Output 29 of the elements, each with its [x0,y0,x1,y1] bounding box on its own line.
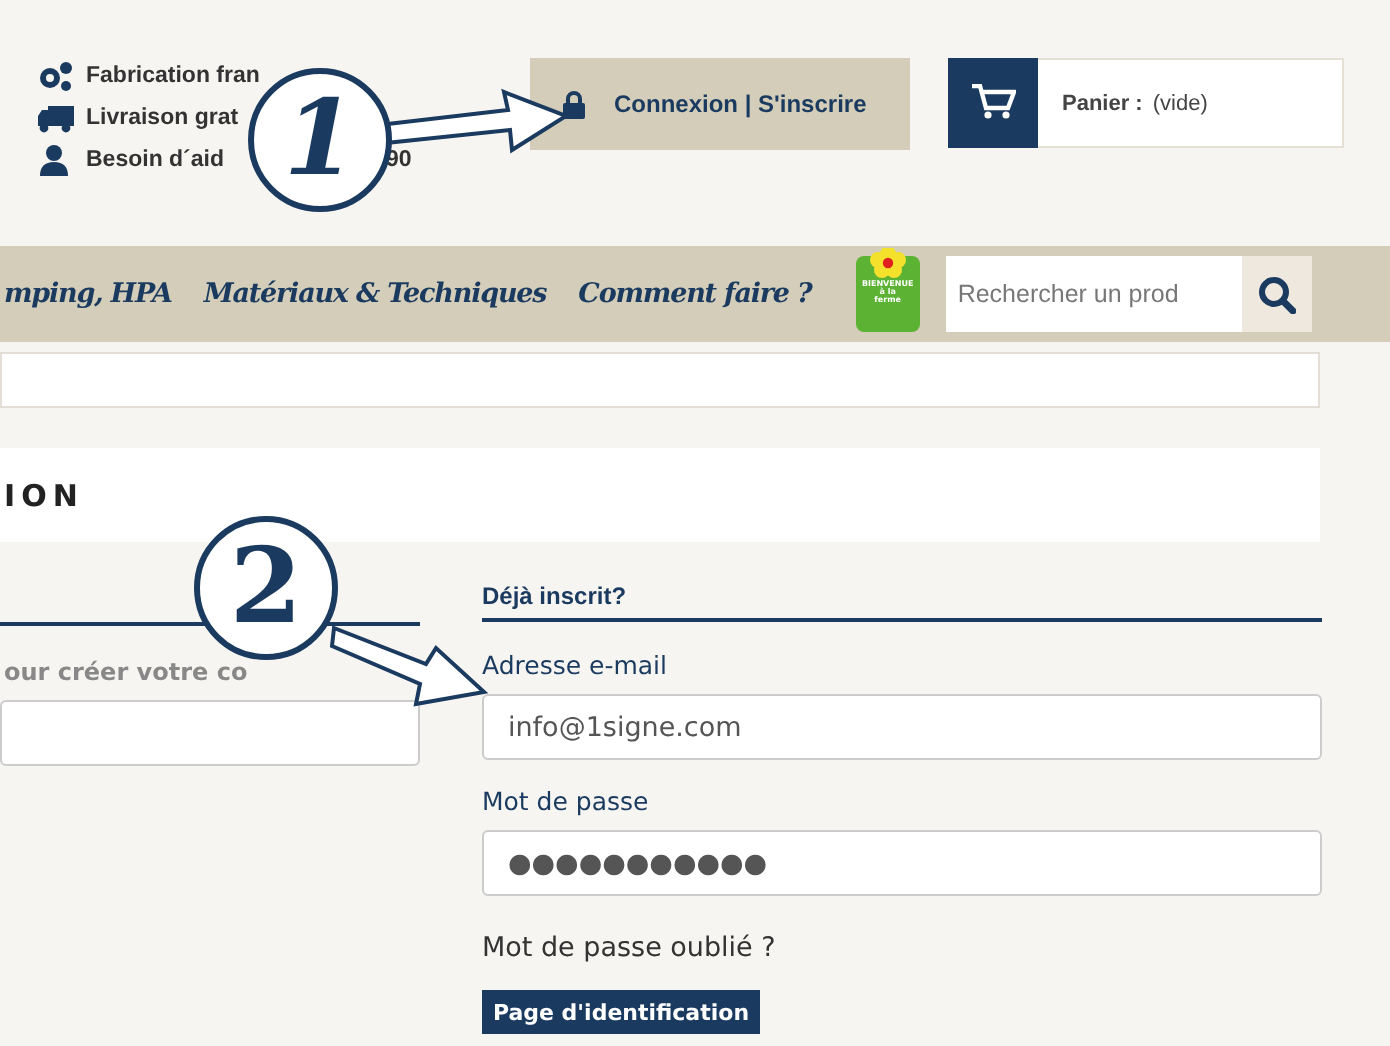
forgot-password-link[interactable]: Mot de passe oublié ? [482,932,1322,964]
info-text: Livraison grat [86,106,239,130]
callout-number: 2 [194,516,338,660]
search-button[interactable] [1241,256,1312,332]
gears-icon [36,60,76,92]
section-title: ION [4,477,84,513]
submit-button[interactable]: Page d'identification [482,990,760,1034]
nav-link[interactable]: mping, HPA [4,278,172,310]
section-heading: Déjà inscrit? [482,582,1322,622]
search-icon [1257,275,1296,313]
flower-icon [865,248,910,280]
nav-link[interactable]: Comment faire ? [578,278,812,310]
input-field[interactable] [0,700,420,766]
cart-label: Panier : [1062,91,1143,115]
field-label: Mot de passe [482,786,651,816]
nav-link[interactable]: Matériaux & Techniques [203,278,547,310]
info-text: Besoin d´aid [86,148,225,172]
field-label: Adresse e-mail [482,650,669,680]
info-text: Fabrication fran [86,64,260,88]
input-field[interactable]: ●●●●●●●●●●● [482,830,1322,896]
cart-button[interactable]: Panier : (vide) [948,58,1344,148]
cart-status: (vide) [1152,91,1208,115]
input-field[interactable]: info@1signe.com [482,694,1322,760]
intro-text: our créer votre co [4,658,250,686]
lock-icon [562,89,586,119]
login-button[interactable]: Connexion | S'inscrire [530,58,910,150]
search-field[interactable]: Rechercher un prod [945,256,1242,332]
cart-icon [971,84,1015,120]
truck-icon [36,102,76,134]
